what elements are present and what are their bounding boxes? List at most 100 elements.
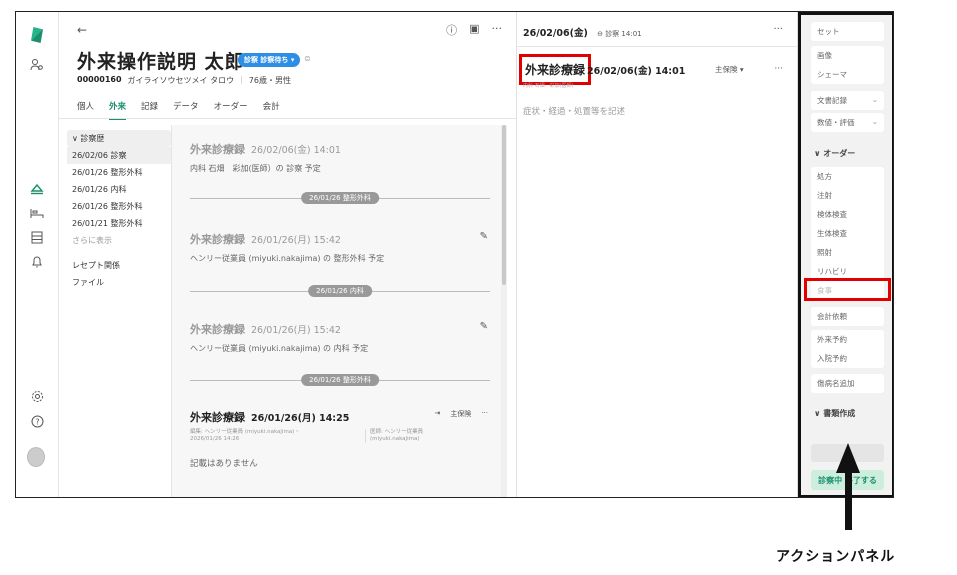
bell-icon[interactable] [28, 252, 46, 270]
entry-date: 26/02/06(金) 14:01 [251, 145, 341, 156]
tag-icon[interactable]: ⊜ [304, 54, 311, 63]
card-icon[interactable]: ▣ [469, 22, 479, 38]
doc-create-header[interactable]: ∨ 書類作成 [814, 408, 855, 419]
order-radiation[interactable]: 照射 [811, 243, 884, 262]
note-sub: 内科 石畑 彩加(医師) [523, 83, 574, 89]
date-divider: 26/01/26 整形外科 [190, 192, 490, 204]
patient-tabs: 個人 外来 記録 データ オーダー 会計 [77, 100, 280, 120]
tab-outpatient[interactable]: 外来 [109, 100, 127, 120]
arrow-head-icon [836, 443, 860, 473]
eval-button[interactable]: 数値・評価 ⌄ [811, 113, 884, 132]
entry-title: 外来診療録 [190, 143, 245, 156]
tab-personal[interactable]: 個人 [77, 100, 94, 120]
history-item[interactable]: 26/01/21 整形外科 [67, 215, 171, 232]
order-specimen-test[interactable]: 検体検査 [811, 205, 884, 224]
more-icon[interactable]: ··· [774, 64, 783, 74]
orders-header[interactable]: ∨ オーダー [814, 148, 855, 159]
visit-history: ∨ 診察歴 26/02/06 診察 26/01/26 整形外科 26/01/26… [67, 130, 171, 291]
bed-icon[interactable] [28, 204, 46, 222]
divider-label: 26/01/26 内科 [308, 285, 372, 297]
app-logo-icon[interactable] [28, 26, 46, 44]
more-icon[interactable]: ··· [481, 409, 488, 419]
set-button[interactable]: セット [811, 22, 884, 41]
help-icon[interactable]: ? [28, 412, 46, 430]
patient-kana: ガイライソウセツメイ タロウ [127, 76, 235, 85]
patient-id: 00000160 [77, 75, 122, 84]
doc-record-button[interactable]: 文書記録 ⌄ [811, 91, 884, 110]
history-header[interactable]: ∨ 診察歴 [67, 130, 171, 147]
history-item[interactable]: 26/01/26 整形外科 [67, 198, 171, 215]
add-disease-button[interactable]: 傷病名追加 [811, 374, 884, 393]
note-title: 外来診療録 [519, 54, 592, 85]
header-icons: ⓘ ▣ ··· [446, 22, 502, 38]
more-icon[interactable]: ··· [773, 24, 783, 35]
tab-data[interactable]: データ [173, 100, 199, 120]
separator: | [240, 75, 243, 84]
entry-date: 26/01/26(月) 14:25 [251, 413, 350, 424]
reception-icon[interactable] [28, 180, 46, 198]
doctor-id: (miyuki.nakajima) [370, 436, 420, 442]
tab-billing[interactable]: 会計 [263, 100, 280, 120]
back-arrow-icon[interactable]: ← [77, 23, 87, 37]
entry-title: 外来診療録 [190, 233, 245, 246]
inpatient-reserve-button[interactable]: 入院予約 [811, 349, 884, 368]
receipt-link[interactable]: レセプト関係 [67, 257, 171, 274]
billing-request-button[interactable]: 会計依頼 [811, 307, 884, 326]
action-panel: セット 画像 シェーマ 文書記録 ⌄ 数値・評価 ⌄ ∨ オーダー 処方 注射 検体… [797, 12, 893, 497]
doctor-info: 医師: ヘンリー従業員 [370, 429, 424, 435]
note-textarea[interactable]: 症状・経過・処置等を記述 [523, 105, 625, 117]
entry-title: 外来診療録 [190, 411, 245, 424]
patient-info: 00000160 ガイライソウセツメイ タロウ | 76歳・男性 [77, 75, 291, 86]
outpatient-reserve-button[interactable]: 外来予約 [811, 330, 884, 349]
note-top-sub: ⊖ 診察 14:01 [597, 30, 642, 38]
edit-time: 2026/01/26 14:26 [190, 436, 240, 442]
history-item[interactable]: 26/02/06 診察 [67, 147, 171, 164]
order-prescription[interactable]: 処方 [811, 167, 884, 186]
editor-info: 編集: ヘンリー従業員 (miyuki.nakajima)・ [190, 429, 300, 435]
order-physiological-test[interactable]: 生体検査 [811, 224, 884, 243]
entry-sub: ヘンリー従業員 (miyuki.nakajima) の 内科 予定 [190, 344, 369, 353]
app-window: ? ← ⓘ ▣ ··· 外来操作説明 太郎 診察 診察待ち ▾ ⊜ 000001… [15, 11, 894, 498]
insurance-select[interactable]: 主保険 ▾ [715, 64, 744, 75]
note-top-date: 26/02/06(金) [523, 28, 588, 39]
entry-date: 26/01/26(月) 15:42 [251, 325, 341, 336]
left-rail: ? [16, 12, 59, 497]
order-injection[interactable]: 注射 [811, 186, 884, 205]
entry-sub: ヘンリー従業員 (miyuki.nakajima) の 整形外科 予定 [190, 254, 385, 263]
history-item[interactable]: 26/01/26 内科 [67, 181, 171, 198]
record-timeline: 外来診療録 26/02/06(金) 14:01 内科 石畑 彩加(医師）の 診察 … [171, 125, 501, 497]
more-icon[interactable]: ··· [492, 22, 503, 38]
list-icon[interactable] [28, 228, 46, 246]
svg-text:?: ? [35, 417, 39, 426]
gear-icon[interactable] [28, 387, 46, 405]
edit-icon[interactable]: ✎ [480, 231, 488, 242]
status-badge[interactable]: 診察 診察待ち ▾ [238, 53, 301, 67]
copy-icon[interactable]: ⇥ [434, 409, 440, 419]
date-divider: 26/01/26 内科 [190, 285, 490, 297]
tab-orders[interactable]: オーダー [214, 100, 248, 120]
files-link[interactable]: ファイル [67, 274, 171, 291]
entry-meta: ⇥ 主保険 ··· [434, 409, 488, 419]
entry-date: 26/01/26(月) 15:42 [251, 235, 341, 246]
edit-icon[interactable]: ✎ [480, 321, 488, 332]
record-entry[interactable]: 外来診療録 26/02/06(金) 14:01 内科 石畑 彩加(医師）の 診察 … [190, 141, 490, 174]
entry-insurance: 主保険 [450, 410, 472, 418]
timeline-scrollbar[interactable] [501, 125, 507, 497]
scrollbar-thumb[interactable] [502, 125, 506, 285]
users-search-icon[interactable] [28, 56, 46, 74]
tab-records[interactable]: 記録 [141, 100, 158, 120]
info-icon[interactable]: ⓘ [446, 22, 457, 38]
schema-button[interactable]: シェーマ [811, 65, 884, 84]
entry-title: 外来診療録 [190, 323, 245, 336]
reservation-group: 外来予約 入院予約 [811, 330, 884, 368]
doc-record-label: 文書記録 [817, 96, 847, 105]
avatar[interactable] [27, 447, 45, 467]
chevron-down-icon: ⌄ [871, 95, 878, 104]
record-entry[interactable]: 外来診療録 26/01/26(月) 15:42 ヘンリー従業員 (miyuki.n… [190, 231, 490, 264]
record-entry[interactable]: 外来診療録 26/01/26(月) 14:25 ⇥ 主保険 ··· 編集: ヘンリ… [190, 409, 490, 469]
history-item[interactable]: 26/01/26 整形外科 [67, 164, 171, 181]
image-button[interactable]: 画像 [811, 46, 884, 65]
divider-label: 26/01/26 整形外科 [301, 192, 379, 204]
show-more-link[interactable]: さらに表示 [67, 232, 171, 249]
record-entry[interactable]: 外来診療録 26/01/26(月) 15:42 ヘンリー従業員 (miyuki.n… [190, 321, 490, 354]
